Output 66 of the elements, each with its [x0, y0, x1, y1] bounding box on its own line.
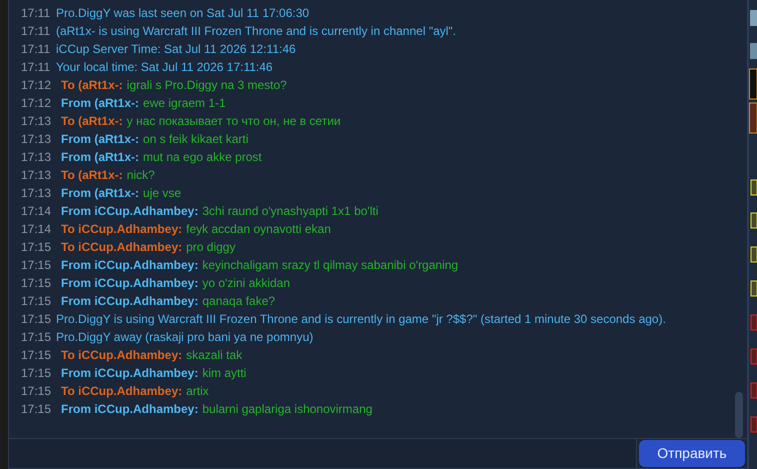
message-text: igrali s Pro.Diggy na 3 mesto? [126, 77, 287, 94]
message-time: 17:13 [21, 131, 52, 148]
sender-name: From (aRt1x-: [61, 149, 140, 166]
message-input[interactable] [9, 439, 637, 468]
system-message: Your local time: Sat Jul 11 2026 17:11:46 [56, 59, 273, 76]
message-text: keyinchaligam srazy tl qilmay sabanibi o'rganing [202, 257, 458, 274]
sender-name: To (aRt1x-: [61, 113, 123, 130]
message-time: 17:12 [21, 95, 52, 112]
message-text: pro diggy [186, 239, 236, 256]
message-text: kim aytti [202, 365, 246, 382]
sender-name: To iCCup.Adhambey: [61, 221, 182, 238]
sender-name: To (aRt1x-: [61, 77, 123, 94]
message-text: nick? [126, 167, 155, 184]
message-text: feyk accdan oynavotti ekan [186, 221, 331, 238]
message-time: 17:14 [21, 221, 52, 238]
message-time: 17:15 [21, 239, 52, 256]
message-text: artix [186, 383, 209, 400]
message-time: 17:15 [21, 311, 52, 328]
system-message: Pro.DiggY is using Warcraft III Frozen Throne and is currently in game "jr ?$$?" (started 1 minute 30 seconds ago). [56, 311, 666, 328]
message-text: on s feik kikaet karti [143, 131, 248, 148]
send-button[interactable]: Отправить [639, 440, 745, 467]
message-time: 17:13 [21, 149, 52, 166]
message-time: 17:13 [21, 167, 52, 184]
message-time: 17:11 [21, 41, 52, 58]
sender-name: To (aRt1x-: [61, 167, 123, 184]
system-message: Pro.DiggY was last seen on Sat Jul 11 17:06:30 [56, 5, 310, 22]
message-time: 17:11 [21, 5, 52, 22]
message-text: yo o'zini akkidan [202, 275, 290, 292]
scrollbar-thumb[interactable] [735, 392, 743, 438]
message-text: bularni gaplariga ishonovirmang [202, 401, 372, 418]
message-time: 17:15 [21, 365, 52, 382]
message-time: 17:13 [21, 185, 52, 202]
message-text: mut na ego akke prost [143, 149, 262, 166]
message-text: у нас показывает то что он, не в сетии [126, 113, 341, 130]
sender-name: From iCCup.Adhambey: [61, 401, 198, 418]
message-time: 17:13 [21, 113, 52, 130]
message-time: 17:11 [21, 23, 52, 40]
sender-name: From (aRt1x-: [61, 185, 140, 202]
message-text: 3chi raund o'ynashyapti 1x1 bo'lti [202, 203, 378, 220]
sender-name: From iCCup.Adhambey: [61, 293, 198, 310]
sender-name: From (aRt1x-: [61, 95, 140, 112]
system-message: iCCup Server Time: Sat Jul 11 2026 12:11:46 [56, 41, 296, 58]
message-time: 17:15 [21, 275, 52, 292]
sender-name: From iCCup.Adhambey: [61, 275, 198, 292]
message-text: ewe igraem 1-1 [143, 95, 226, 112]
system-message: (aRt1x- is using Warcraft III Frozen Throne and is currently in channel "ayl". [56, 23, 456, 40]
message-time: 17:12 [21, 77, 52, 94]
message-time: 17:15 [21, 347, 52, 364]
message-text: uje vse [143, 185, 182, 202]
sender-name: From iCCup.Adhambey: [61, 365, 198, 382]
sender-name: To iCCup.Adhambey: [61, 383, 182, 400]
message-text: qanaqa fake? [202, 293, 276, 310]
message-time: 17:15 [21, 401, 52, 418]
sender-name: From (aRt1x-: [61, 131, 140, 148]
system-message: Pro.DiggY away (raskaji pro bani ya ne pomnyu) [56, 329, 314, 346]
message-time: 17:14 [21, 203, 52, 220]
message-time: 17:11 [21, 59, 52, 76]
message-time: 17:15 [21, 257, 52, 274]
sender-name: To iCCup.Adhambey: [61, 347, 182, 364]
message-time: 17:15 [21, 293, 52, 310]
message-time: 17:15 [21, 329, 52, 346]
sender-name: To iCCup.Adhambey: [61, 239, 182, 256]
sender-name: From iCCup.Adhambey: [61, 203, 198, 220]
message-text: skazali tak [186, 347, 242, 364]
message-time: 17:15 [21, 383, 52, 400]
sender-name: From iCCup.Adhambey: [61, 257, 198, 274]
